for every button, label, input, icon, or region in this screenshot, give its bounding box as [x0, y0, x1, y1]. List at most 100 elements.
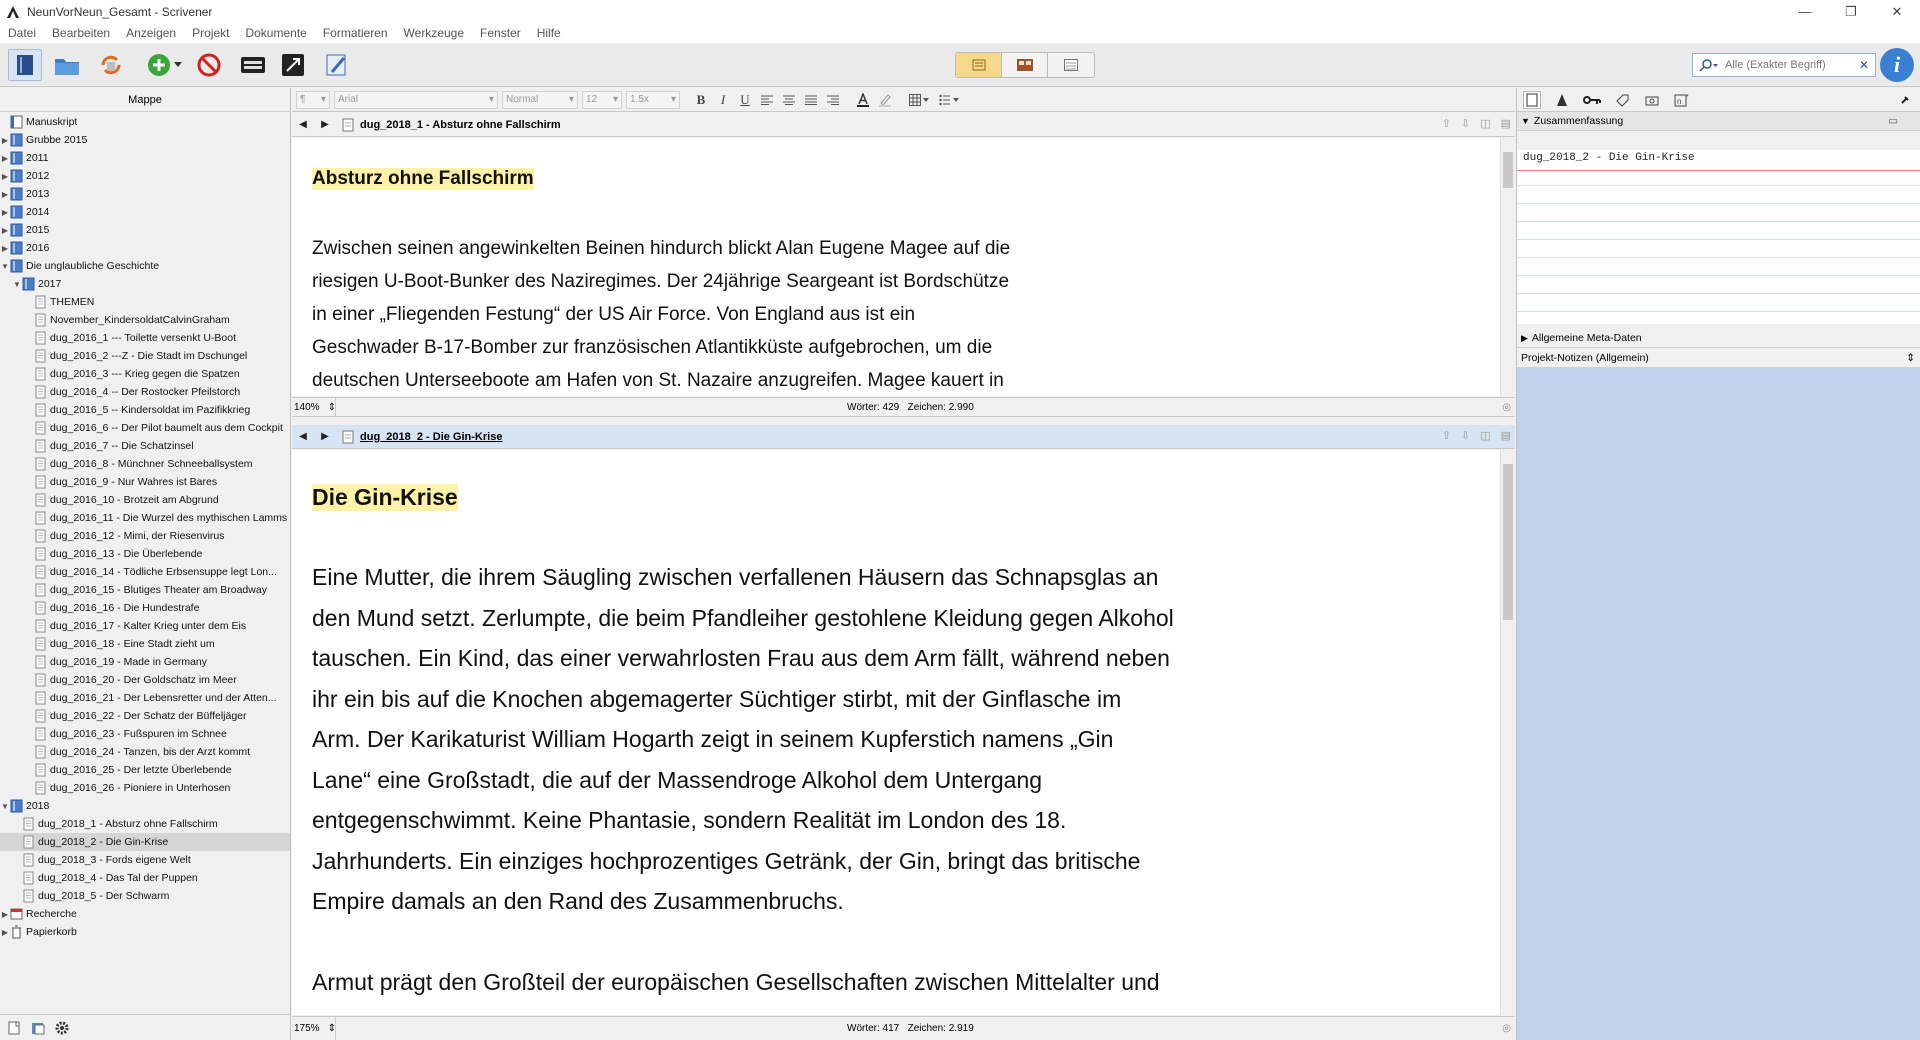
synopsis-area[interactable]: dug_2018_2 - Die Gin-Krise: [1517, 150, 1920, 324]
bookmarks-tab[interactable]: [1553, 91, 1571, 109]
binder-item[interactable]: dug_2016_24 - Tanzen, bis der Arzt kommt: [0, 743, 290, 761]
metadata-tab[interactable]: [1583, 91, 1601, 109]
scrivenings-view-button[interactable]: [956, 53, 1002, 77]
binder-item[interactable]: dug_2016_14 - Tödliche Erbsensuppe legt …: [0, 563, 290, 581]
chevron-right-icon[interactable]: ▶: [0, 208, 10, 217]
binder-item[interactable]: dug_2016_1 --- Toilette versenkt U-Boot: [0, 329, 290, 347]
new-folder-icon[interactable]: [30, 1020, 46, 1036]
delete-button[interactable]: [192, 49, 226, 81]
target-icon[interactable]: ◎: [1502, 1023, 1511, 1034]
editor-bottom-scrollbar[interactable]: [1500, 450, 1515, 1015]
list-button[interactable]: [934, 91, 964, 109]
split-horizontal-icon[interactable]: ▤: [1501, 429, 1511, 442]
binder-item[interactable]: dug_2016_10 - Brotzeit am Abgrund: [0, 491, 290, 509]
binder-item[interactable]: dug_2016_20 - Der Goldschatz im Meer: [0, 671, 290, 689]
editor-top-body[interactable]: Absturz ohne Fallschirm Zwischen seinen …: [292, 138, 1515, 396]
scroll-thumb[interactable]: [1503, 464, 1513, 620]
down-arrow-icon[interactable]: ⇩: [1461, 117, 1470, 130]
forward-arrow-icon[interactable]: ▶: [314, 119, 336, 130]
binder-item[interactable]: ▶ 2012: [0, 167, 290, 185]
binder-item[interactable]: November_KindersoldatCalvinGraham: [0, 311, 290, 329]
binder-item[interactable]: dug_2016_18 - Eine Stadt zieht um: [0, 635, 290, 653]
snapshots-tab[interactable]: [1613, 91, 1631, 109]
search-clear-icon[interactable]: ✕: [1859, 58, 1869, 72]
notes-tab[interactable]: [1523, 90, 1541, 109]
binder-item[interactable]: dug_2016_26 - Pioniere in Unterhosen: [0, 779, 290, 797]
menu-bearbeiten[interactable]: Bearbeiten: [44, 26, 118, 40]
new-document-icon[interactable]: [6, 1020, 22, 1036]
editor-bottom-doc-title[interactable]: dug_2018_2 - Die Gin-Krise: [360, 431, 502, 443]
meta-section-header[interactable]: ▶ Allgemeine Meta-Daten: [1517, 329, 1920, 348]
fullscreen-button[interactable]: [276, 49, 310, 81]
scroll-thumb[interactable]: [1503, 152, 1513, 188]
target-icon[interactable]: ◎: [1502, 402, 1511, 413]
menu-datei[interactable]: Datei: [0, 26, 44, 40]
binder-item[interactable]: ▶ 2011: [0, 149, 290, 167]
compose-mode-button[interactable]: [236, 49, 270, 81]
line-spacing-select[interactable]: 1.5x ▾: [626, 90, 680, 109]
binder-item[interactable]: dug_2016_6 -- Der Pilot baumelt aus dem …: [0, 419, 290, 437]
binder-item[interactable]: dug_2016_15 - Blutiges Theater am Broadw…: [0, 581, 290, 599]
binder-item[interactable]: ▶ 2013: [0, 185, 290, 203]
sync-button[interactable]: [94, 49, 128, 81]
binder-item[interactable]: dug_2016_9 - Nur Wahres ist Bares: [0, 473, 290, 491]
editor-top-doc-title[interactable]: dug_2018_1 - Absturz ohne Fallschirm: [360, 119, 561, 131]
close-button[interactable]: ✕: [1874, 0, 1920, 23]
binder-item[interactable]: dug_2016_22 - Der Schatz der Büffeljäger: [0, 707, 290, 725]
minimize-button[interactable]: —: [1782, 0, 1828, 23]
back-arrow-icon[interactable]: ◀: [292, 119, 314, 130]
collections-button[interactable]: [50, 49, 84, 81]
align-left-button[interactable]: [756, 91, 778, 109]
binder-item[interactable]: dug_2016_11 - Die Wurzel des mythischen …: [0, 509, 290, 527]
chevron-right-icon[interactable]: ▶: [0, 928, 10, 937]
back-arrow-icon[interactable]: ◀: [292, 431, 314, 442]
notes-section-header[interactable]: Projekt-Notizen (Allgemein) ⇕: [1517, 349, 1920, 368]
binder-item[interactable]: dug_2016_4 -- Der Rostocker Pfeilstorch: [0, 383, 290, 401]
binder-item[interactable]: ▶ 2014: [0, 203, 290, 221]
binder-item[interactable]: ▶ 2016: [0, 239, 290, 257]
lock-icon[interactable]: [1896, 91, 1914, 109]
binder-item[interactable]: dug_2016_8 - Münchner Schneeballsystem: [0, 455, 290, 473]
binder-item[interactable]: dug_2016_7 -- Die Schatzinsel: [0, 437, 290, 455]
synopsis-section-header[interactable]: ▼ Zusammenfassung ▭: [1517, 112, 1920, 131]
binder-item[interactable]: dug_2016_17 - Kalter Krieg unter dem Eis: [0, 617, 290, 635]
chevron-right-icon[interactable]: ▶: [0, 244, 10, 253]
menu-hilfe[interactable]: Hilfe: [529, 26, 569, 40]
binder-item[interactable]: dug_2018_4 - Das Tal der Puppen: [0, 869, 290, 887]
chevron-right-icon[interactable]: ▶: [0, 226, 10, 235]
binder-item[interactable]: ▼ Die unglaubliche Geschichte: [0, 257, 290, 275]
binder-item[interactable]: ▶ Recherche: [0, 905, 290, 923]
binder-toggle-button[interactable]: [8, 49, 42, 81]
chevron-down-icon[interactable]: ▼: [0, 262, 10, 271]
add-document-button[interactable]: [142, 49, 176, 81]
binder-item[interactable]: dug_2016_21 - Der Lebensretter und der A…: [0, 689, 290, 707]
binder-item[interactable]: ▼ 2017: [0, 275, 290, 293]
binder-item[interactable]: Manuskript: [0, 113, 290, 131]
menu-fenster[interactable]: Fenster: [472, 26, 529, 40]
inspector-toggle-button[interactable]: i: [1880, 48, 1914, 82]
maximize-button[interactable]: ❐: [1828, 0, 1874, 23]
footnotes-tab[interactable]: n *: [1673, 91, 1691, 109]
split-vertical-icon[interactable]: ◫: [1480, 429, 1490, 442]
binder-item[interactable]: dug_2016_12 - Mimi, der Riesenvirus: [0, 527, 290, 545]
split-vertical-icon[interactable]: ◫: [1480, 117, 1490, 130]
binder-item[interactable]: dug_2016_16 - Die Hundestrafe: [0, 599, 290, 617]
menu-werkzeuge[interactable]: Werkzeuge: [396, 26, 472, 40]
chevron-right-icon[interactable]: ▶: [0, 910, 10, 919]
table-button[interactable]: [904, 91, 934, 109]
chevron-right-icon[interactable]: ▶: [0, 172, 10, 181]
up-arrow-icon[interactable]: ⇧: [1442, 429, 1451, 442]
binder-item[interactable]: dug_2016_2 ---Z - Die Stadt im Dschungel: [0, 347, 290, 365]
up-arrow-icon[interactable]: ⇧: [1442, 117, 1451, 130]
align-center-button[interactable]: [778, 91, 800, 109]
synopsis-image-icon[interactable]: ▭: [1888, 115, 1898, 127]
notes-text-area[interactable]: [1517, 368, 1920, 1040]
highlight-button[interactable]: [874, 91, 896, 109]
binder-item[interactable]: dug_2018_3 - Fords eigene Welt: [0, 851, 290, 869]
add-dropdown-button[interactable]: [172, 49, 184, 81]
chevron-down-icon[interactable]: ▼: [12, 280, 22, 289]
settings-gear-icon[interactable]: [54, 1020, 70, 1036]
binder-item[interactable]: THEMEN: [0, 293, 290, 311]
chevron-right-icon[interactable]: ▶: [0, 190, 10, 199]
binder-item[interactable]: dug_2018_2 - Die Gin-Krise: [0, 833, 290, 851]
